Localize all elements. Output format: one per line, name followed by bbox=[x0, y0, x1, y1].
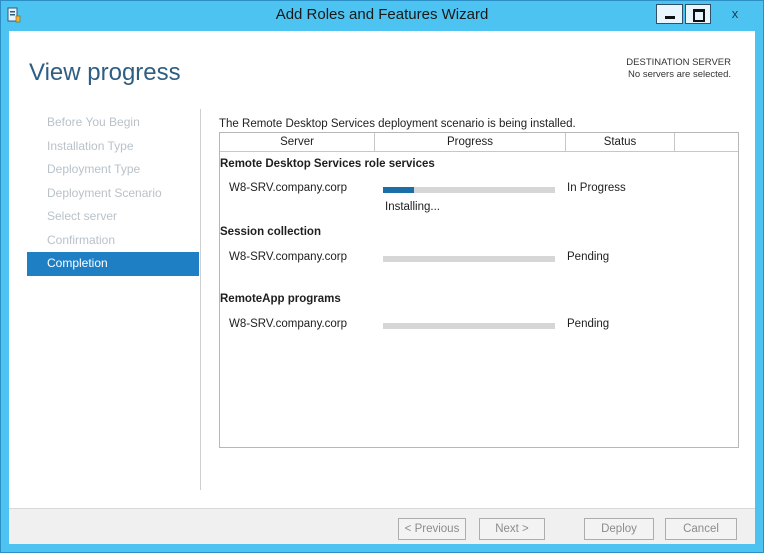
close-icon: x bbox=[731, 6, 739, 21]
wizard-nav: Before You Begin Installation Type Deplo… bbox=[27, 111, 199, 276]
progress-bar-fill bbox=[383, 187, 414, 193]
progress-bar bbox=[383, 187, 555, 193]
destination-server: DESTINATION SERVER No servers are select… bbox=[626, 57, 731, 81]
grid-header: Server Progress Status bbox=[220, 133, 738, 152]
maximize-button[interactable] bbox=[685, 4, 711, 24]
progress-grid: Server Progress Status Remote Desktop Se… bbox=[219, 132, 739, 448]
nav-item-completion[interactable]: Completion bbox=[27, 252, 199, 276]
section-title: Remote Desktop Services role services bbox=[220, 158, 435, 170]
status-cell: In Progress bbox=[567, 182, 626, 194]
column-header-blank bbox=[675, 133, 738, 151]
section-title: Session collection bbox=[220, 226, 321, 238]
wizard-window: Add Roles and Features Wizard x View pro… bbox=[0, 0, 764, 553]
deploy-button[interactable]: Deploy bbox=[584, 518, 654, 540]
nav-item-deployment-scenario[interactable]: Deployment Scenario bbox=[27, 182, 199, 206]
column-header-server[interactable]: Server bbox=[220, 133, 375, 151]
sub-status-text: Installing... bbox=[385, 201, 440, 213]
destination-value: No servers are selected. bbox=[628, 69, 731, 80]
nav-item-confirmation[interactable]: Confirmation bbox=[27, 229, 199, 253]
nav-divider bbox=[200, 109, 201, 490]
page-title: View progress bbox=[29, 59, 181, 86]
status-cell: Pending bbox=[567, 251, 610, 263]
next-button[interactable]: Next > bbox=[479, 518, 545, 540]
nav-item-select-server[interactable]: Select server bbox=[27, 205, 199, 229]
previous-button[interactable]: < Previous bbox=[398, 518, 466, 540]
maximize-icon bbox=[693, 9, 705, 22]
progress-bar bbox=[383, 256, 555, 262]
column-header-status[interactable]: Status bbox=[566, 133, 675, 151]
status-cell: Pending bbox=[567, 318, 610, 330]
column-header-progress[interactable]: Progress bbox=[375, 133, 566, 151]
nav-item-before-you-begin[interactable]: Before You Begin bbox=[27, 111, 199, 135]
section-title: RemoteApp programs bbox=[220, 293, 341, 305]
server-cell: W8-SRV.company.corp bbox=[229, 251, 348, 263]
progress-bar bbox=[383, 323, 555, 329]
title-bar[interactable]: Add Roles and Features Wizard x bbox=[1, 1, 763, 31]
server-cell: W8-SRV.company.corp bbox=[229, 318, 348, 330]
server-cell: W8-SRV.company.corp bbox=[229, 182, 348, 194]
minimize-icon bbox=[665, 16, 675, 19]
minimize-button[interactable] bbox=[656, 4, 683, 24]
close-button[interactable]: x bbox=[713, 4, 757, 24]
deployment-status-message: The Remote Desktop Services deployment s… bbox=[219, 118, 576, 130]
window-title: Add Roles and Features Wizard bbox=[275, 6, 489, 23]
button-bar: < Previous Next > Deploy Cancel bbox=[9, 509, 755, 544]
cancel-button[interactable]: Cancel bbox=[665, 518, 737, 540]
destination-label: DESTINATION SERVER bbox=[626, 57, 731, 68]
nav-item-deployment-type[interactable]: Deployment Type bbox=[27, 158, 199, 182]
wizard-content: View progress DESTINATION SERVER No serv… bbox=[9, 31, 755, 544]
nav-item-installation-type[interactable]: Installation Type bbox=[27, 135, 199, 159]
